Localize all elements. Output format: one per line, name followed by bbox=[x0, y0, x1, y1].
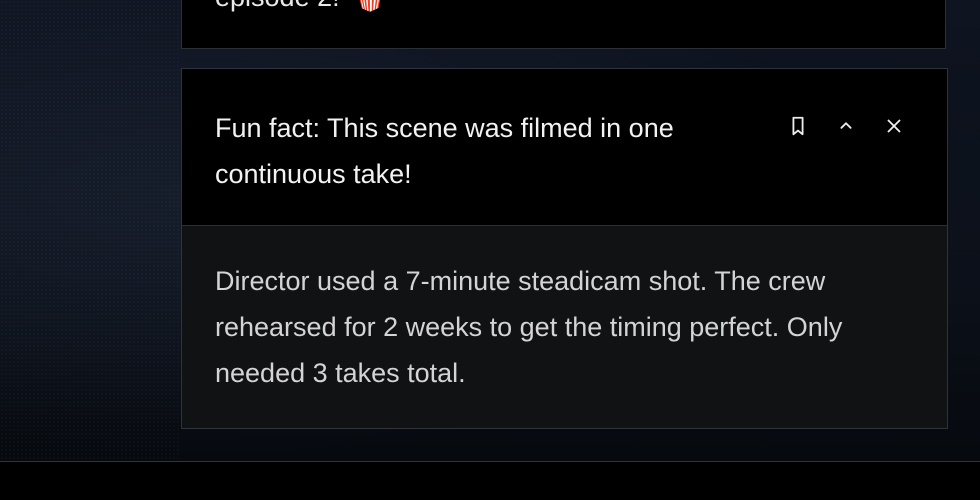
fun-fact-header[interactable]: Fun fact: This scene was filmed in one c… bbox=[182, 69, 947, 226]
bookmark-button[interactable] bbox=[781, 109, 815, 143]
fun-fact-actions bbox=[781, 109, 911, 143]
fun-fact-card: Fun fact: This scene was filmed in one c… bbox=[181, 68, 948, 429]
bottom-bar bbox=[0, 461, 980, 500]
background-pattern bbox=[0, 0, 180, 460]
chevron-up-icon bbox=[840, 122, 852, 129]
fun-fact-title: Fun fact: This scene was filmed in one c… bbox=[215, 113, 674, 189]
fun-fact-body: Director used a 7-minute steadicam shot.… bbox=[182, 226, 947, 428]
bookmark-icon bbox=[792, 116, 804, 136]
previous-card-text-label: episode 2! bbox=[215, 0, 340, 12]
close-button[interactable] bbox=[877, 109, 911, 143]
popcorn-emoji: 🍿 bbox=[353, 0, 387, 14]
fun-fact-detail: Director used a 7-minute steadicam shot.… bbox=[215, 266, 843, 388]
previous-fact-card: episode 2! 🍿 bbox=[181, 0, 946, 49]
previous-card-text: episode 2! 🍿 bbox=[215, 0, 387, 14]
close-icon bbox=[887, 119, 901, 133]
collapse-button[interactable] bbox=[829, 109, 863, 143]
